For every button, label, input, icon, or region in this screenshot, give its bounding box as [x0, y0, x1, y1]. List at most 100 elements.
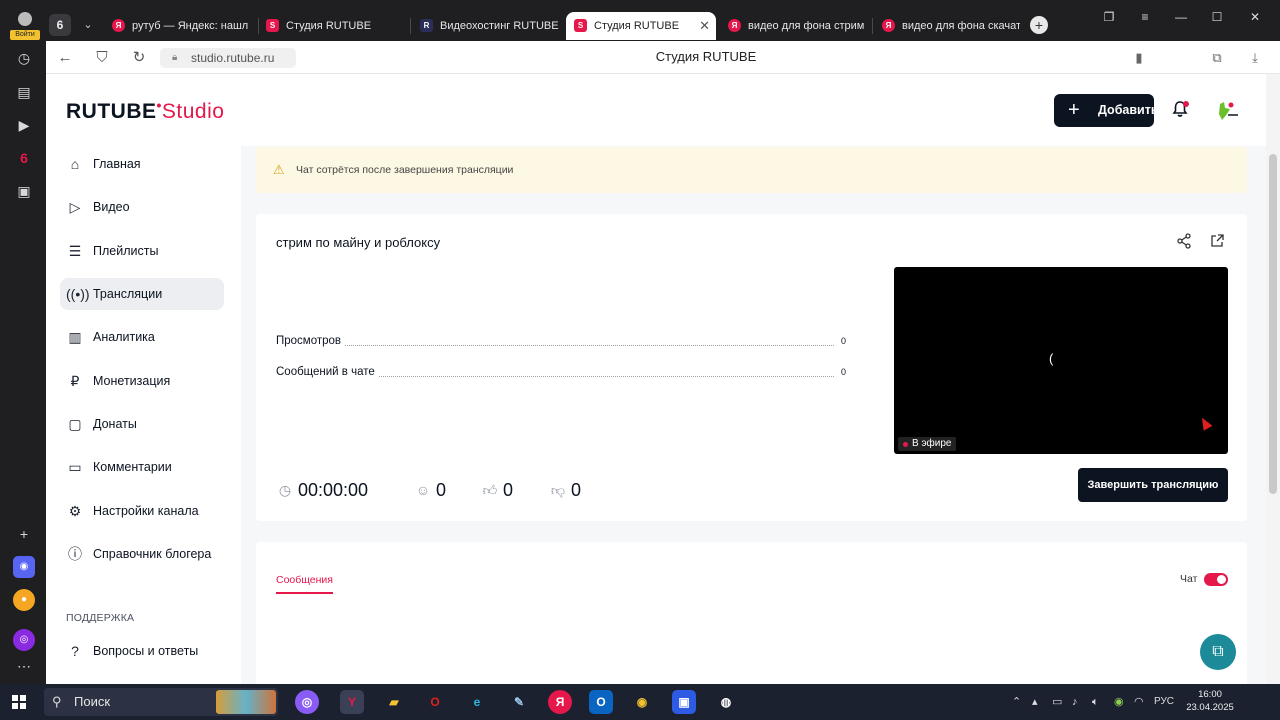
sidebar-item-video[interactable]: ▷ Видео [60, 191, 224, 223]
app-icon[interactable]: ▣ [672, 690, 696, 714]
toggle-knob [1217, 575, 1226, 584]
plus-icon: + [1068, 99, 1080, 121]
chat-toggle[interactable] [1204, 573, 1228, 586]
wifi-icon[interactable]: ◠ [1134, 694, 1144, 710]
pinned-app-icon[interactable]: 6 [13, 147, 35, 169]
add-panel-plus-icon[interactable]: + [13, 523, 35, 545]
browser-tab[interactable]: Я видео для фона стрим [720, 12, 870, 40]
alice-assistant-icon[interactable]: ◎ [13, 629, 35, 651]
stat-label: Просмотров [276, 335, 346, 347]
language-indicator[interactable]: РУС [1154, 694, 1174, 710]
sidebar-item-blogger-guide[interactable]: ⓘ Справочник блогера [60, 538, 224, 570]
chrome-icon[interactable]: ◉ [630, 690, 654, 714]
minimize-icon[interactable]: — [1170, 8, 1192, 26]
stream-preview-player[interactable]: ( В эфире [894, 267, 1228, 454]
sidebar-item-label: Плейлисты [93, 244, 159, 258]
alice-icon[interactable]: ◎ [295, 690, 319, 714]
user-avatar[interactable] [1214, 100, 1240, 122]
sidebar-item-monetization[interactable]: ₽ Монетизация [60, 365, 224, 397]
tray-network-icon[interactable]: ▭ [1052, 694, 1062, 710]
tab-list-chevron-icon[interactable]: ⌄ [78, 14, 98, 36]
more-icon[interactable]: ⋯ [13, 655, 35, 677]
sidebar-item-channel-settings[interactable]: ⚙ Настройки канала [60, 495, 224, 527]
support-chat-icon[interactable]: ⧉ [1200, 634, 1236, 670]
reload-icon[interactable]: ↻ [128, 47, 150, 69]
opera-icon[interactable]: O [423, 690, 447, 714]
tray-status-icon[interactable]: ◉ [1114, 694, 1124, 710]
chat-toggle-label: Чат [1180, 573, 1198, 585]
maximize-icon[interactable]: ☐ [1206, 8, 1228, 26]
close-tab-icon[interactable]: ✕ [699, 12, 710, 40]
tray-app-icon[interactable]: ▴ [1032, 694, 1038, 710]
browser-tab[interactable]: S Студия RUTUBE [258, 12, 408, 40]
new-tab-plus-icon[interactable]: + [1030, 16, 1048, 34]
likes-value: 0 [503, 480, 514, 500]
download-icon[interactable]: ⤓ [1244, 47, 1266, 69]
end-broadcast-button[interactable]: Завершить трансляцию [1078, 468, 1228, 502]
sidebar-item-home[interactable]: ⌂ Главная [60, 148, 224, 180]
loading-spinner: ( [1049, 351, 1054, 366]
add-button[interactable]: + Добавить [1054, 94, 1159, 127]
notifications-bell-icon[interactable] [1170, 100, 1190, 120]
browser-tab[interactable]: R Видеохостинг RUTUBE [412, 12, 560, 40]
open-external-icon[interactable] [1207, 233, 1227, 253]
file-explorer-icon[interactable]: ▰ [382, 690, 406, 714]
logo-sub-text: Studio [161, 100, 225, 123]
tray-mic-icon[interactable]: ♪ [1072, 694, 1078, 710]
mouse-cursor-icon [1197, 415, 1213, 431]
history-icon[interactable]: ◷ [13, 47, 35, 69]
system-clock[interactable]: 16:00 23.04.2025 [1180, 688, 1240, 714]
tool-icon[interactable]: ✎ [507, 690, 531, 714]
rutube-studio-icon: S [574, 19, 587, 32]
browser-tab-title: Видеохостинг RUTUBE [440, 20, 559, 32]
discord-icon[interactable]: ◉ [13, 556, 35, 578]
page-scrollbar[interactable] [1266, 74, 1280, 684]
extensions-icon[interactable]: ⧉ [1206, 47, 1228, 69]
chat-warning-notice: ⚠ Чат сотрётся после завершения трансляц… [256, 147, 1247, 193]
stat-chat-messages-row: Сообщений в чате 0 [276, 366, 846, 380]
volume-icon[interactable]: 🔈︎ [1092, 694, 1099, 710]
profile-button[interactable]: Войти [10, 12, 40, 40]
edge-icon[interactable]: e [465, 690, 489, 714]
browser-tab-strip: Войти 6 ⌄ Я рутуб — Яндекс: нашл S Студи… [0, 0, 1280, 41]
browser-tab-active[interactable]: S Студия RUTUBE ✕ [566, 12, 716, 40]
tray-chevron-icon[interactable]: ⌃ [1012, 694, 1021, 710]
back-arrow-icon[interactable]: ← [54, 47, 76, 69]
player-icon[interactable]: ▶ [13, 114, 35, 136]
bookmark-icon[interactable]: ▮ [1128, 47, 1150, 69]
site-protect-icon[interactable]: ⛉ [91, 47, 113, 69]
clock-time: 16:00 [1198, 689, 1222, 700]
outlook-icon[interactable]: O [589, 690, 613, 714]
rutube-studio-icon: S [266, 19, 279, 32]
sidebar-item-donations[interactable]: ▢ Донаты [60, 408, 224, 440]
sidebar-item-faq[interactable]: ? Вопросы и ответы [60, 635, 224, 667]
obs-icon[interactable]: ◍ [714, 690, 738, 714]
studio-sidebar: ⌂ Главная ▷ Видео ☰ Плейлисты ((•)) Тран… [46, 146, 241, 684]
yandex-icon[interactable]: Я [548, 690, 572, 714]
sidebar-item-broadcasts[interactable]: ((•)) Трансляции [60, 278, 224, 310]
share-icon[interactable] [1174, 233, 1194, 253]
tab-messages[interactable]: Сообщения [276, 574, 333, 586]
taskbar-search[interactable]: ⚲ Поиск [44, 688, 278, 716]
browser-tab[interactable]: Я видео для фона скачат [874, 12, 1020, 40]
yandex-browser-icon[interactable]: Y [340, 690, 364, 714]
notes-icon[interactable]: ▤ [13, 81, 35, 103]
windows-start-icon[interactable] [12, 695, 26, 709]
screenshot-icon[interactable]: ▣ [13, 180, 35, 202]
rutube-studio-logo[interactable]: RUTUBE•Studio [66, 97, 225, 124]
close-window-icon[interactable]: ✕ [1244, 8, 1266, 26]
tab-count-badge[interactable]: 6 [49, 14, 71, 36]
collections-icon[interactable]: ❐ [1098, 8, 1120, 26]
profile-avatar-icon [18, 12, 32, 26]
browser-tab[interactable]: Я рутуб — Яндекс: нашл [104, 12, 254, 40]
url-field[interactable]: 🔒︎ studio.rutube.ru [160, 48, 296, 68]
profile-login-label: Войти [10, 30, 40, 40]
app-shortcut-icon[interactable]: ● [13, 589, 35, 611]
info-icon: ⓘ [68, 546, 82, 562]
sidebar-item-playlists[interactable]: ☰ Плейлисты [60, 235, 224, 267]
sidebar-item-comments[interactable]: ▭ Комментарии [60, 451, 224, 483]
menu-icon[interactable]: ≡ [1134, 8, 1156, 26]
clock-date: 23.04.2025 [1186, 702, 1234, 713]
sidebar-item-analytics[interactable]: ▥ Аналитика [60, 321, 224, 353]
scrollbar-thumb[interactable] [1269, 154, 1277, 494]
